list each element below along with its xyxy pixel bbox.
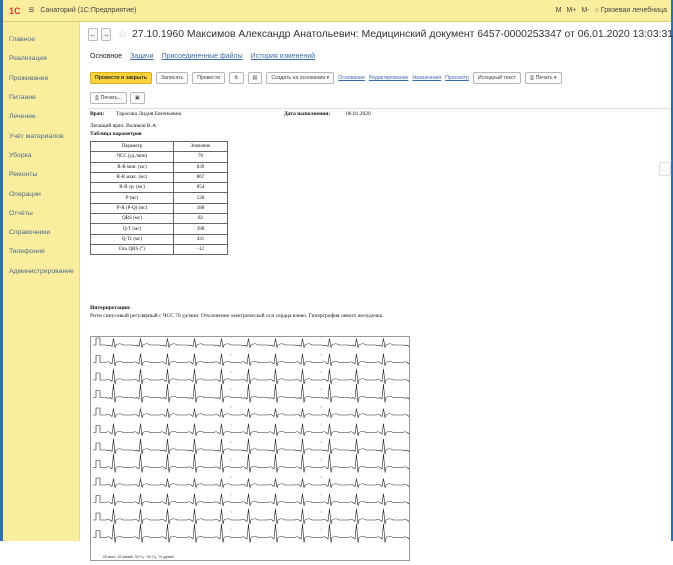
attending-doctor: Лечащий врач: Валиков В.А. [90, 123, 158, 129]
table-row: ЧСС (уд./мин) 70 [90, 151, 228, 163]
table-row: Ось QRS (°) -12 [90, 243, 228, 256]
sidebar-item-repairs[interactable]: Ремонты [3, 165, 79, 184]
doctor-label: Врач: [90, 111, 105, 117]
post-and-close-button[interactable]: Провести и закрыть [90, 72, 153, 84]
ecg-lead-trace [93, 477, 427, 489]
print-button[interactable]: ⎙ Печать ▾ [524, 72, 562, 84]
create-based-on-button[interactable]: Создать на основании ▾ [266, 72, 335, 84]
source-text-button[interactable]: Исходный текст [472, 72, 521, 84]
tab-attached-files[interactable]: Присоединенные файлы [162, 53, 243, 60]
sidebar-item-admin[interactable]: Администрирование [3, 262, 79, 281]
tab-tasks[interactable]: Задачи [130, 53, 154, 60]
table-header: Параметр [90, 140, 174, 153]
menu-icon[interactable]: ≡ [29, 5, 35, 16]
memory-add-button[interactable]: M+ [566, 7, 576, 14]
main-area: ← → ☆ 27.10.1960 Максимов Александр Анат… [80, 22, 673, 561]
table-row: Q-T (мс) 398 [90, 223, 228, 235]
sidebar-item-cleaning[interactable]: Уборка [3, 146, 79, 165]
ecg-lead-trace [93, 368, 427, 385]
date-label: Дата выполнения: [284, 111, 331, 117]
doctor-name: Тарасова Лидия Евгеньевна [116, 111, 182, 117]
printer-icon: ⎙ [95, 94, 100, 101]
table-row: QRS (мс) 82 [90, 213, 228, 225]
structure-icon-button[interactable]: ⇅ [229, 72, 244, 84]
side-panel-handle[interactable] [659, 162, 671, 176]
sidebar: Главное Реализация Проживание Питание Ле… [3, 22, 80, 541]
sidebar-item-references[interactable]: Справочники [3, 223, 79, 242]
link-prescriptions[interactable]: Назначения [412, 75, 441, 81]
ecg-lead-trace [93, 337, 427, 349]
ecg-image: 25 мм/с, 10 мм/мВ, 35 Гц, ~50 Гц, 70 уд/… [90, 336, 427, 561]
params-table: Параметр Значение ЧСС (уд./мин) 70 R-R ми… [90, 140, 228, 256]
structure-icon: ⇅ [234, 75, 239, 81]
ecg-lead-trace [93, 453, 427, 473]
sidebar-item-main[interactable]: Главное [3, 30, 79, 49]
sidebar-item-sales[interactable]: Реализация [3, 49, 79, 68]
ecg-footer-text: 25 мм/с, 10 мм/мВ, 35 Гц, ~50 Гц, 70 уд/… [103, 555, 174, 559]
ecg-lead-trace [93, 423, 427, 436]
save-button[interactable]: Записать [156, 72, 189, 84]
print-dots-button[interactable]: ⎙ Печать... [90, 92, 127, 104]
sidebar-item-operations[interactable]: Операции [3, 184, 79, 203]
preview-icon: ▣ [134, 95, 140, 101]
user-name: Грязевая лечебница [600, 7, 667, 14]
sidebar-item-materials[interactable]: Учёт материалов [3, 126, 79, 145]
sidebar-item-treatment[interactable]: Лечение [3, 107, 79, 126]
doctor-row: Врач: Тарасова Лидия Евгеньевна Дата вып… [90, 111, 371, 117]
favorite-star-icon[interactable]: ☆ [118, 29, 127, 40]
ecg-lead-trace [93, 493, 427, 506]
table-row: Q-Tc (мс) 431 [90, 233, 228, 245]
app-logo: 1С [9, 5, 21, 16]
table-row: R-R макс. (мс) 867 [90, 171, 228, 184]
post-button[interactable]: Провести [192, 72, 226, 84]
ecg-lead-trace [93, 353, 427, 366]
command-bar: Провести и закрыть Записать Провести ⇅ ▤… [90, 72, 562, 84]
memory-button[interactable]: M [556, 7, 562, 14]
sidebar-item-accommodation[interactable]: Проживание [3, 69, 79, 88]
top-right-controls: M M+ M- ○ Грязевая лечебница [556, 7, 671, 14]
ecg-trace-svg [93, 336, 427, 543]
top-bar: 1С ≡ Санаторий (1С:Предприятие) M M+ M- … [3, 0, 671, 22]
ecg-lead-trace [93, 407, 427, 419]
table-header: Значение [173, 140, 228, 153]
printer-icon: ⎙ [529, 74, 535, 81]
ecg-lead-trace [93, 508, 427, 525]
sidebar-item-telephony[interactable]: Телефония [3, 242, 79, 261]
params-table-title: Таблица параметров [90, 131, 142, 137]
link-view[interactable]: Просмотр [445, 75, 469, 81]
link-edit[interactable]: Редактирование [369, 75, 409, 81]
table-row: P-R (P-Q) (мс) 188 [90, 202, 228, 215]
tab-history[interactable]: История изменений [251, 53, 315, 60]
page-title: 27.10.1960 Максимов Александр Анатольеви… [131, 28, 673, 40]
report-icon-button[interactable]: ▤ [247, 72, 263, 84]
divider [88, 108, 671, 109]
interpretation-text: Ритм синусовый регулярный с ЧСС 70 уд/ми… [90, 313, 384, 319]
tab-bar: Основное Задачи Присоединенные файлы Ист… [90, 53, 315, 60]
search-box[interactable]: ○ Грязевая лечебница [595, 7, 667, 14]
ecg-lead-trace [93, 523, 427, 543]
search-icon: ○ [594, 7, 599, 14]
ecg-lead-trace [93, 438, 427, 455]
memory-sub-button[interactable]: M- [581, 7, 589, 14]
app-title: Санаторий (1С:Предприятие) [40, 7, 137, 14]
date-value: 06.01.2020 [346, 111, 371, 117]
preview-icon-button[interactable]: ▣ [129, 92, 145, 104]
interpretation-label: Интерпретация: [90, 305, 131, 311]
tab-main[interactable]: Основное [90, 53, 122, 60]
sidebar-item-reports[interactable]: Отчёты [3, 204, 79, 223]
sidebar-item-food[interactable]: Питание [3, 88, 79, 107]
table-row: P (мс) 128 [90, 192, 228, 204]
back-button[interactable]: ← [88, 27, 98, 41]
report-icon: ▤ [252, 75, 258, 81]
document-header: ← → ☆ 27.10.1960 Максимов Александр Анат… [80, 22, 673, 46]
table-header-row: Параметр Значение [90, 140, 228, 153]
ecg-lead-trace [93, 383, 427, 403]
table-row: R-R ср. (мс) 854 [90, 182, 228, 194]
forward-button[interactable]: → [101, 27, 111, 41]
table-row: R-R мин. (мс) 839 [90, 161, 228, 173]
link-basis[interactable]: Основание [338, 75, 365, 81]
content-toolbar: ⎙ Печать... ▣ [90, 92, 145, 104]
